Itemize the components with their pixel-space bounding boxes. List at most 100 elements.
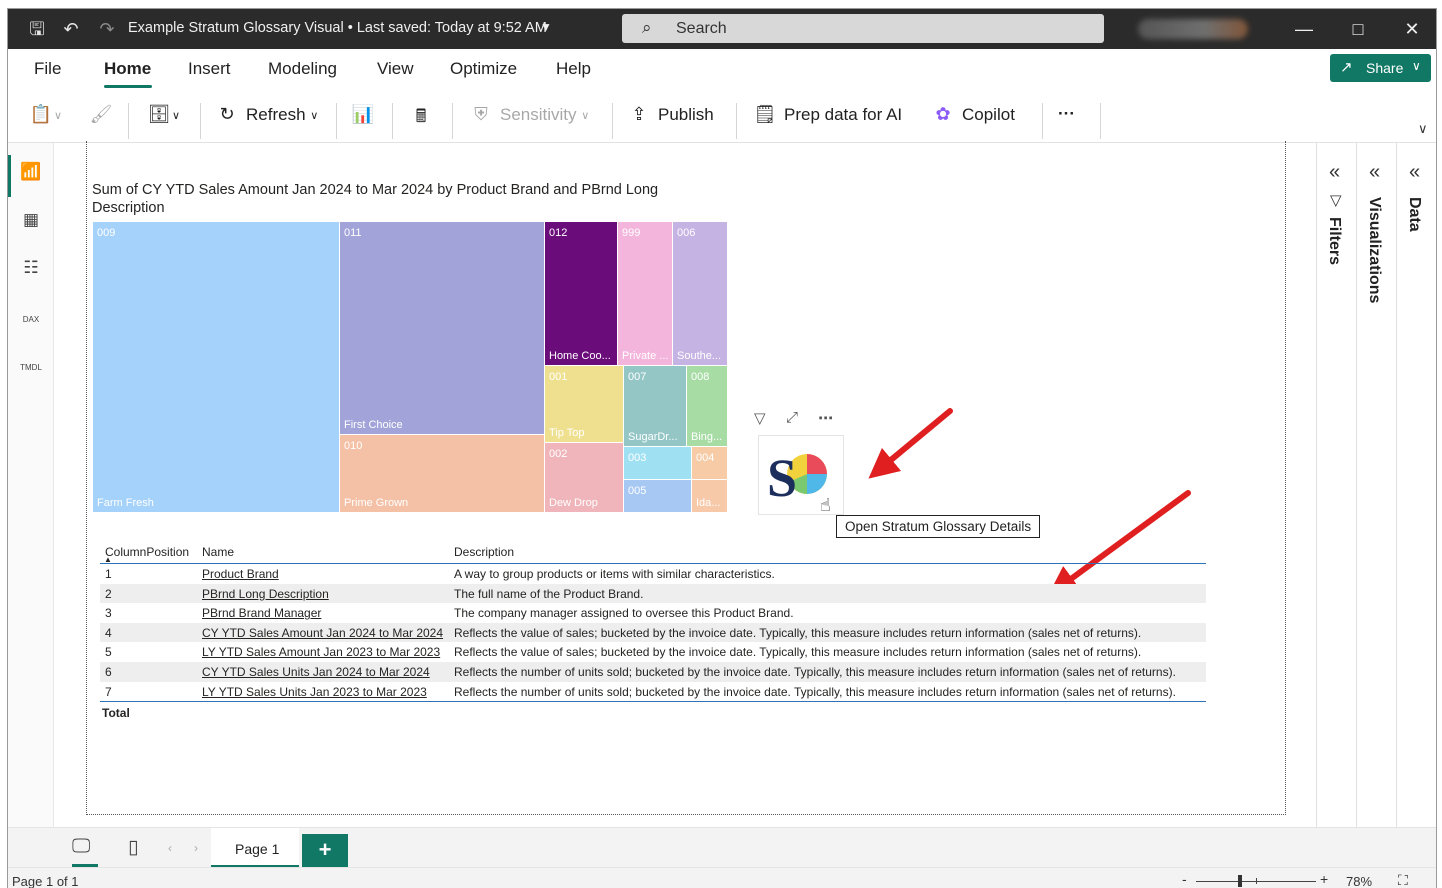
treemap-tile[interactable]: 001 Tip Top	[544, 365, 624, 443]
cell-name-link[interactable]: LY YTD Sales Units Jan 2023 to Mar 2023	[202, 685, 427, 699]
fit-to-page-icon[interactable]: ⛶	[1398, 872, 1408, 888]
filters-pane[interactable]: « ▽ Filters	[1316, 143, 1356, 827]
table-row[interactable]: 6 CY YTD Sales Units Jan 2024 to Mar 202…	[100, 661, 1206, 682]
desktop-layout-icon[interactable]: 🖵	[72, 836, 90, 858]
cell-name-link[interactable]: CY YTD Sales Units Jan 2024 to Mar 2024	[202, 665, 430, 679]
svg-text:S: S	[767, 448, 797, 508]
tile-code: 007	[628, 371, 647, 383]
treemap-tile[interactable]: 011 First Choice	[339, 221, 545, 435]
tab-home[interactable]: Home	[104, 59, 151, 79]
glossary-table[interactable]: ColumnPosition ▲ Name Description 1 Prod…	[100, 539, 1206, 722]
page-tab-1[interactable]: Page 1	[211, 828, 299, 868]
tab-modeling[interactable]: Modeling	[268, 59, 337, 79]
treemap-tile[interactable]: 012 Home Coo...	[544, 221, 618, 366]
treemap-tile[interactable]: 007 SugarDr...	[623, 365, 687, 447]
data-pane-label[interactable]: Data	[1405, 197, 1423, 232]
prep-data-for-ai-button[interactable]: 🗒 Prep data for AI	[752, 104, 903, 132]
treemap-tile[interactable]: 003	[623, 446, 692, 480]
table-row[interactable]: 2 PBrnd Long Description The full name o…	[100, 583, 1206, 604]
refresh-button[interactable]: ↻ Refresh ∨	[214, 104, 318, 132]
report-view-icon[interactable]: 📶	[20, 161, 42, 183]
table-row[interactable]: 1 Product Brand A way to group products …	[100, 564, 1206, 584]
cell-name-link[interactable]: LY YTD Sales Amount Jan 2023 to Mar 2023	[202, 645, 440, 659]
copilot-button[interactable]: ✿ Copilot	[930, 104, 1014, 132]
treemap-tile[interactable]: 006 Southe...	[672, 221, 728, 366]
chevron-left-icon[interactable]: ‹	[168, 841, 172, 855]
tmdl-view-icon[interactable]: TMDL	[20, 353, 42, 375]
tile-code: 006	[677, 227, 696, 239]
save-icon[interactable]: 🖫	[26, 18, 48, 40]
page-indicator: Page 1 of 1	[12, 874, 79, 888]
cell-name-link[interactable]: PBrnd Long Description	[202, 587, 329, 601]
header-column-position[interactable]: ColumnPosition	[105, 545, 189, 559]
active-tab-indicator	[104, 85, 152, 88]
chevron-down-icon[interactable]: ∨	[1418, 121, 1428, 137]
zoom-out-button[interactable]: -	[1182, 871, 1187, 887]
cell-name-link[interactable]: PBrnd Brand Manager	[202, 606, 321, 620]
dax-query-icon[interactable]: DAX	[20, 305, 42, 327]
window-title[interactable]: Example Stratum Glossary Visual • Last s…	[128, 20, 547, 36]
zoom-level[interactable]: 78%	[1346, 874, 1372, 888]
search-box[interactable]: ⌕ Search	[622, 14, 1104, 43]
treemap-tile[interactable]: Ida...	[691, 479, 728, 513]
treemap-tile[interactable]: 999 Private ...	[617, 221, 673, 366]
more-options-button[interactable]: ···	[1058, 104, 1075, 132]
table-row[interactable]: 7 LY YTD Sales Units Jan 2023 to Mar 202…	[100, 682, 1206, 702]
chevron-left-double-icon[interactable]: «	[1369, 161, 1380, 184]
treemap-tile[interactable]: 008 Bing...	[686, 365, 728, 447]
redo-icon[interactable]: ↷	[96, 18, 118, 40]
table-row[interactable]: 4 CY YTD Sales Amount Jan 2024 to Mar 20…	[100, 622, 1206, 643]
tab-insert[interactable]: Insert	[188, 59, 231, 79]
chevron-left-double-icon[interactable]: «	[1409, 161, 1420, 184]
tab-help[interactable]: Help	[556, 59, 591, 79]
account-avatar[interactable]	[1138, 19, 1248, 39]
chevron-right-icon[interactable]: ›	[194, 841, 198, 855]
cell-position: 4	[105, 625, 112, 640]
title-dropdown-icon[interactable]: ▼	[540, 20, 552, 34]
filters-pane-label[interactable]: Filters	[1325, 217, 1343, 265]
share-button[interactable]: ↗ Share ∨	[1330, 54, 1431, 82]
sensitivity-button[interactable]: ⛨ Sensitivity ∨	[468, 104, 589, 132]
maximize-button[interactable]: □	[1338, 16, 1378, 42]
cell-name-link[interactable]: Product Brand	[202, 567, 279, 581]
get-data-button[interactable]: 🗄 ∨	[146, 104, 181, 132]
treemap-tile[interactable]: 002 Dew Drop	[544, 442, 624, 513]
chevron-left-double-icon[interactable]: «	[1329, 161, 1340, 184]
new-measure-button[interactable]: 🖩	[408, 104, 434, 132]
table-view-icon[interactable]: ▦	[20, 209, 42, 231]
treemap-tile[interactable]: 010 Prime Grown	[339, 434, 545, 513]
new-visual-button[interactable]: 📊	[350, 104, 376, 132]
visualizations-pane[interactable]: « Visualizations	[1356, 143, 1396, 827]
tab-view[interactable]: View	[377, 59, 414, 79]
mobile-layout-icon[interactable]: ▯	[128, 836, 138, 859]
focus-mode-icon[interactable]: ⤢	[786, 409, 798, 426]
minimize-button[interactable]: —	[1284, 16, 1324, 42]
paste-button[interactable]: 📋 ∨	[28, 104, 62, 132]
data-pane[interactable]: « Data	[1396, 143, 1436, 827]
tab-optimize[interactable]: Optimize	[450, 59, 517, 79]
add-page-button[interactable]: +	[302, 834, 348, 868]
zoom-in-button[interactable]: +	[1320, 871, 1328, 887]
format-painter-button[interactable]: 🖌	[88, 104, 114, 132]
filter-icon[interactable]: ▽	[754, 409, 766, 427]
treemap-tile[interactable]: 004	[691, 446, 728, 480]
more-options-icon[interactable]: ⋯	[818, 409, 833, 427]
header-name[interactable]: Name	[202, 545, 234, 559]
tab-file[interactable]: File	[34, 59, 61, 79]
zoom-slider-thumb[interactable]	[1238, 875, 1242, 887]
undo-icon[interactable]: ↶	[60, 18, 82, 40]
treemap-visual[interactable]: 009 Farm Fresh 011 First Choice 010 Prime G…	[92, 221, 728, 513]
model-view-icon[interactable]: ☷	[20, 257, 42, 279]
treemap-title: Sum of CY YTD Sales Amount Jan 2024 to M…	[92, 182, 659, 216]
table-row[interactable]: 5 LY YTD Sales Amount Jan 2023 to Mar 20…	[100, 642, 1206, 662]
treemap-tile[interactable]: 005	[623, 479, 692, 513]
table-row[interactable]: 3 PBrnd Brand Manager The company manage…	[100, 603, 1206, 623]
header-description[interactable]: Description	[454, 545, 514, 559]
report-canvas[interactable]: Sum of CY YTD Sales Amount Jan 2024 to M…	[54, 141, 1316, 827]
cell-name-link[interactable]: CY YTD Sales Amount Jan 2024 to Mar 2024	[202, 626, 443, 640]
stratum-glossary-button[interactable]: S	[758, 435, 844, 515]
treemap-tile[interactable]: 009 Farm Fresh	[92, 221, 340, 513]
publish-button[interactable]: ⇪ Publish	[626, 104, 713, 132]
visualizations-pane-label[interactable]: Visualizations	[1365, 197, 1383, 303]
close-button[interactable]: ✕	[1392, 16, 1432, 42]
